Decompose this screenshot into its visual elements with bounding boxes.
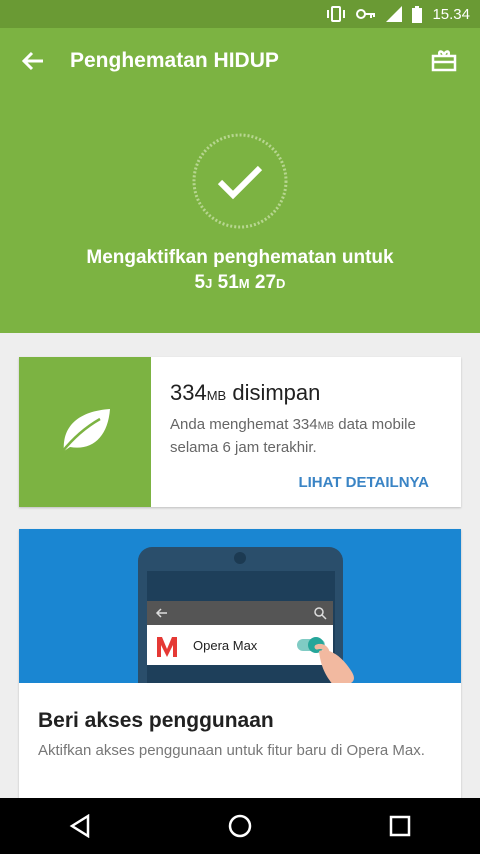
signal-icon (386, 6, 403, 22)
battery-icon (412, 5, 423, 23)
nav-bar (0, 798, 480, 854)
access-body: Aktifkan akses penggunaan untuk fitur ba… (38, 742, 425, 759)
gift-icon[interactable] (430, 46, 458, 74)
clock-time: 15.34 (432, 5, 470, 23)
back-triangle-icon[interactable] (50, 798, 110, 854)
status-bar: 15.34 (0, 0, 480, 28)
opera-max-illustration: Opera Max (19, 529, 461, 683)
savings-description: Anda menghemat 334MB data mobile selama … (170, 416, 416, 456)
savings-card: 334MB disimpan Anda menghemat 334MB data… (19, 357, 461, 507)
leaf-panel (19, 357, 151, 507)
banner-app-name: Opera Max (193, 638, 258, 653)
check-circle-icon (191, 132, 289, 230)
access-card[interactable]: Opera Max Beri akses penggunaan Aktifkan… (19, 529, 461, 799)
saved-amount: 334MB disimpan (170, 380, 321, 405)
vpn-key-icon (356, 8, 376, 20)
arrow-back-icon[interactable] (18, 46, 48, 76)
vibrate-icon (326, 6, 346, 22)
recents-square-icon[interactable] (370, 798, 430, 854)
access-heading: Beri akses penggunaan (38, 709, 274, 732)
home-circle-icon[interactable] (210, 798, 270, 854)
app-bar: Penghematan HIDUP Mengaktifkan penghemat… (0, 28, 480, 333)
status-text: Mengaktifkan penghematan untuk (86, 247, 394, 268)
leaf-icon (58, 407, 112, 458)
countdown: 5J 51M 27D (194, 272, 286, 293)
view-details-link[interactable]: LIHAT DETAILNYA (298, 474, 429, 491)
page-title: Penghematan HIDUP (70, 49, 279, 72)
